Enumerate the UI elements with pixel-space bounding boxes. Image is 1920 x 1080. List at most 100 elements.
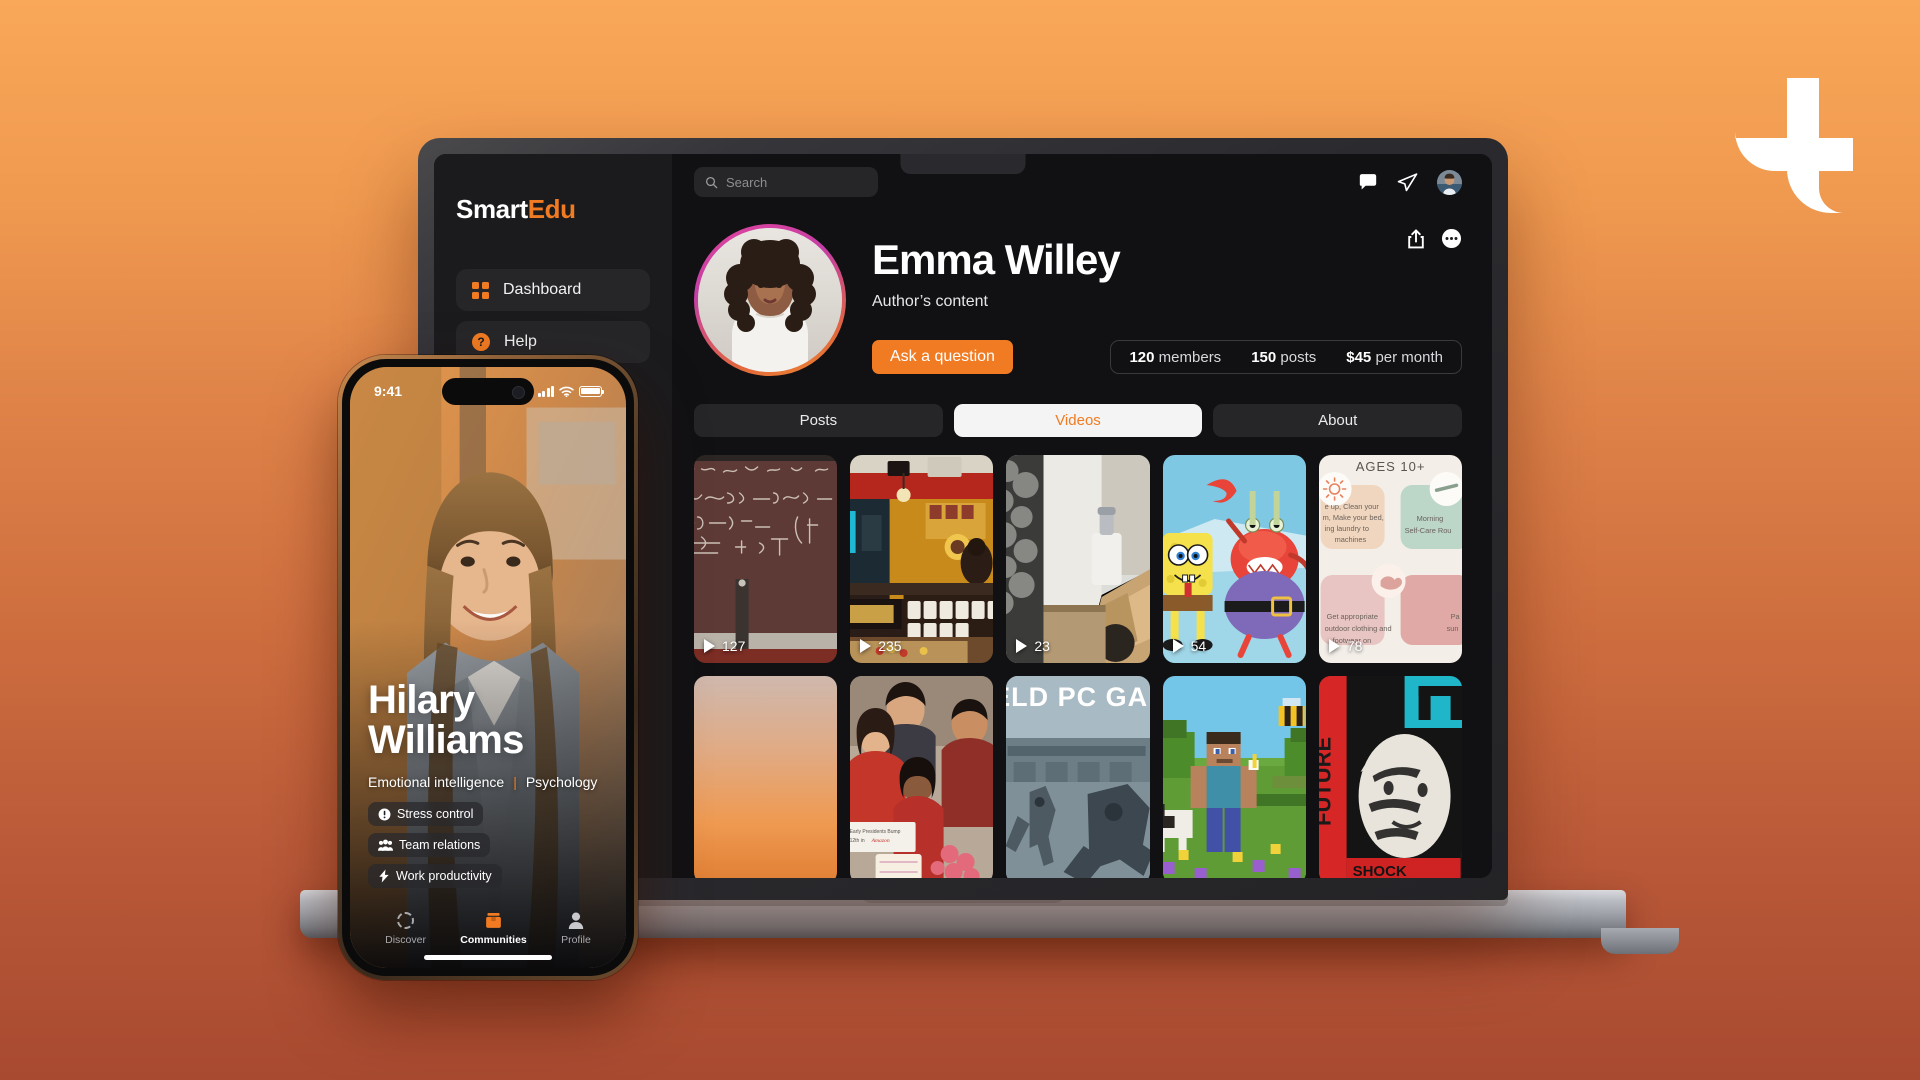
logo-text-primary: Smart [456,194,528,224]
play-icon [704,639,715,653]
stat-members: 120 members [1129,349,1221,366]
phone-nav-label: Discover [385,934,426,946]
phone-profile-name-line2: Williams [368,718,524,762]
video-card[interactable] [1162,676,1306,878]
signal-bars-icon [537,385,554,397]
stat-posts: 150 posts [1251,349,1316,366]
lightning-bolt-icon [379,869,389,883]
phone-status-bar: 9:41 [350,380,626,402]
video-card[interactable]: 23 [1006,455,1150,663]
video-card[interactable]: 235 [850,455,994,663]
account-avatar[interactable] [1437,169,1462,195]
svg-text:12th in: 12th in [850,838,865,844]
video-card[interactable]: FUTURE SHOCK [1318,676,1462,878]
svg-text:outdoor clothing and: outdoor clothing and [1324,624,1391,633]
video-views: 127 [704,638,745,654]
video-card[interactable]: AGES 10+ e up, Clean your m, Make your b… [1318,455,1462,663]
stat-posts-value: 150 [1251,348,1277,366]
svg-text:Early Presidents Bump: Early Presidents Bump [850,829,901,835]
svg-text:e up, Clean your: e up, Clean your [1324,502,1379,511]
video-card[interactable]: IELD PC GAM [1006,676,1150,878]
phone-nav-item-profile[interactable]: Profile [561,912,591,946]
topic-separator: | [513,774,517,790]
video-views-count: 23 [1034,638,1050,654]
phone-frame: 9:41 Hilary Williams Emotional intellige… [338,355,638,980]
chat-bubble-icon[interactable] [1358,172,1378,192]
play-icon [1172,639,1184,653]
svg-text:m, Make your bed,: m, Make your bed, [1322,513,1383,522]
phone-screen: 9:41 Hilary Williams Emotional intellige… [350,367,626,968]
profile-details: Emma Willey Author’s content Ask a quest… [872,224,1462,376]
video-views-count: 78 [1346,638,1363,654]
profile-subtitle: Author’s content [872,293,988,311]
video-views-count: 127 [722,638,746,654]
video-card[interactable] [694,676,838,878]
topbar-actions [1358,169,1462,195]
search-placeholder: Search [726,174,768,190]
svg-text:sun: sun [1446,624,1458,633]
status-time: 9:41 [374,383,403,399]
search-icon [705,176,718,188]
phone-skill-chips: Stress control Team relations Work produ… [368,802,608,888]
tab-videos[interactable]: Videos [953,404,1203,437]
share-icon[interactable] [1407,228,1425,249]
video-views: 54 [1172,638,1207,654]
dashed-circle-icon [397,912,415,929]
video-card[interactable]: 54 [1162,455,1306,663]
phone-device: 9:41 Hilary Williams Emotional intellige… [338,355,638,980]
video-grid: 127 235 23 54 AGES 10+ e up, Clean your … [672,437,1492,878]
wifi-icon [559,386,574,397]
video-views-count: 54 [1190,638,1207,654]
question-circle-icon: ? [472,333,490,351]
profile-stats: 120 members 150 posts $45 per month [1110,340,1462,375]
brand-logo-mark [1735,78,1865,213]
phone-profile-name-line1: Hilary [368,678,475,722]
more-options-icon[interactable] [1441,228,1462,249]
svg-text:Amazon: Amazon [871,838,890,844]
video-card[interactable]: 127 [694,455,838,663]
battery-full-icon [579,385,605,397]
play-icon [1016,639,1028,653]
sidebar-item-label: Help [504,333,537,350]
stat-price-label: per month [1375,348,1443,366]
phone-nav-item-communities[interactable]: Communities [460,912,527,946]
phone-nav-label: Profile [561,934,591,946]
svg-text:Get appropriate: Get appropriate [1326,612,1377,621]
exclamation-circle-icon [378,808,391,820]
search-input[interactable]: Search [694,167,878,197]
stat-price: $45 per month [1346,349,1443,366]
ask-a-question-button[interactable]: Ask a question [872,340,1013,375]
chip-label: Team relations [399,838,481,852]
phone-profile-card: Hilary Williams Emotional intelligence |… [350,680,626,968]
svg-text:FUTURE: FUTURE [1319,737,1336,826]
svg-text:Pa: Pa [1450,612,1460,621]
tab-posts[interactable]: Posts [694,404,943,437]
paper-plane-icon[interactable] [1397,172,1418,193]
svg-text:ing laundry to: ing laundry to [1324,524,1368,533]
logo-text-accent: Edu [527,194,576,224]
people-group-icon [378,839,393,851]
home-indicator [424,955,552,960]
chip-work-productivity[interactable]: Work productivity [368,864,502,888]
status-indicators [537,385,605,397]
chip-stress-control[interactable]: Stress control [368,802,484,826]
phone-topics: Emotional intelligence | Psychology [368,774,608,790]
topic-left: Emotional intelligence [368,774,505,790]
svg-text:Self-Care Rou: Self-Care Rou [1404,526,1451,535]
video-card[interactable]: Early Presidents Bump 12th in Amazon [850,676,994,878]
phone-nav-item-discover[interactable]: Discover [385,912,426,946]
video-views: 78 [1328,638,1363,654]
chip-team-relations[interactable]: Team relations [368,833,491,857]
tab-about[interactable]: About [1213,404,1463,437]
grid-icon [472,281,489,299]
stat-members-value: 120 [1129,348,1155,366]
svg-text:Morning: Morning [1416,514,1443,523]
stat-members-label: members [1158,348,1222,366]
stat-price-value: $45 [1346,348,1372,366]
phone-nav-label: Communities [460,934,527,946]
profile-avatar[interactable] [698,228,842,372]
content-tabs: Posts Videos About [672,376,1492,437]
sidebar-item-dashboard[interactable]: Dashboard [456,269,650,311]
profile-action-icons [1407,228,1462,249]
video-views: 23 [1016,638,1050,654]
